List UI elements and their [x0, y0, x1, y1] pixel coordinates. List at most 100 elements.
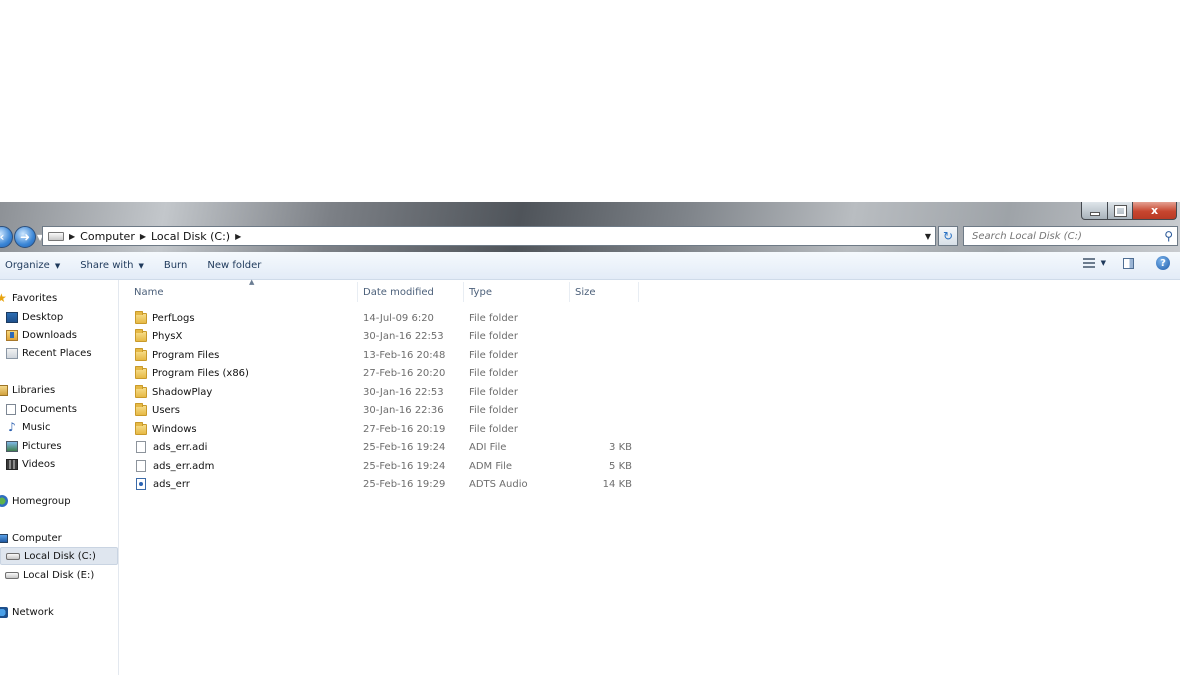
file-name-cell[interactable]: Windows	[135, 420, 197, 438]
file-name: ads_err.adm	[153, 460, 215, 472]
file-row[interactable]: ads_err.adi 25-Feb-16 19:24 ADI File 3 K…	[119, 438, 639, 456]
nav-item-videos[interactable]: Videos	[6, 455, 55, 473]
file-row[interactable]: Program Files (x86) 27-Feb-16 20:20 File…	[119, 364, 639, 382]
file-icon	[136, 441, 146, 453]
file-type: File folder	[469, 349, 518, 361]
drive-icon	[5, 571, 19, 579]
file-name: Users	[152, 404, 181, 416]
file-name-cell[interactable]: Program Files (x86)	[135, 364, 249, 382]
help-icon[interactable]: ?	[1156, 256, 1170, 270]
nav-item-desktop[interactable]: Desktop	[6, 308, 63, 326]
file-name-cell[interactable]: PhysX	[135, 327, 182, 345]
file-date: 27-Feb-16 20:20	[363, 367, 446, 379]
refresh-icon: ↻	[942, 229, 954, 243]
minimize-button[interactable]	[1081, 202, 1108, 220]
nav-libraries[interactable]: Libraries	[0, 381, 55, 399]
file-date: 14-Jul-09 6:20	[363, 312, 434, 324]
file-size: 14 KB	[602, 478, 632, 490]
file-date: 27-Feb-16 20:19	[363, 423, 446, 435]
column-header-date[interactable]: Date modified	[358, 282, 464, 302]
maximize-button[interactable]	[1108, 202, 1133, 220]
nav-homegroup[interactable]: Homegroup	[0, 492, 71, 510]
nav-item-recent-places[interactable]: Recent Places	[6, 344, 92, 362]
view-controls: ▼ ?	[1082, 256, 1170, 270]
file-row[interactable]: ads_err 25-Feb-16 19:29 ADTS Audio 14 KB	[119, 475, 639, 493]
close-button[interactable]: x	[1133, 202, 1177, 220]
search-icon[interactable]: ⚲	[1164, 229, 1173, 243]
file-name-cell[interactable]: ads_err.adi	[135, 438, 207, 456]
file-row[interactable]: Users 30-Jan-16 22:36 File folder	[119, 401, 639, 419]
file-name: PerfLogs	[152, 312, 195, 324]
column-header-type[interactable]: Type	[464, 282, 570, 302]
file-date: 25-Feb-16 19:29	[363, 478, 446, 490]
nav-network[interactable]: Network	[0, 603, 54, 621]
nav-item-music[interactable]: ♪ Music	[6, 418, 50, 436]
nav-libraries-label: Libraries	[12, 384, 56, 396]
address-bar[interactable]: ▶ Computer ▶ Local Disk (C:) ▶ ▼	[42, 226, 936, 246]
file-row[interactable]: PhysX 30-Jan-16 22:53 File folder	[119, 327, 639, 345]
maximize-icon	[1114, 205, 1126, 216]
file-name: ads_err.adi	[153, 441, 208, 453]
nav-item-label: Local Disk (E:)	[23, 569, 95, 581]
file-size	[569, 309, 632, 327]
file-type: File folder	[469, 312, 518, 324]
file-size	[569, 364, 632, 382]
file-row[interactable]: Windows 27-Feb-16 20:19 File folder	[119, 420, 639, 438]
organize-button[interactable]: Organize ▼	[0, 260, 70, 271]
nav-item-local-disk-e[interactable]: Local Disk (E:)	[5, 566, 94, 584]
address-dropdown-icon[interactable]: ▼	[925, 232, 931, 241]
nav-item-label: Documents	[20, 403, 78, 415]
file-row[interactable]: PerfLogs 14-Jul-09 6:20 File folder	[119, 309, 639, 327]
share-with-button[interactable]: Share with ▼	[70, 260, 154, 271]
search-input[interactable]	[964, 230, 1165, 242]
file-date: 30-Jan-16 22:53	[363, 330, 444, 342]
nav-favorites[interactable]: ★ Favorites	[0, 289, 57, 307]
network-icon	[0, 606, 8, 618]
nav-item-label: Recent Places	[22, 347, 92, 359]
search-box[interactable]: ⚲	[963, 226, 1178, 246]
breadcrumb-local-disk-c[interactable]: Local Disk (C:)	[151, 230, 230, 243]
file-size	[569, 383, 632, 401]
column-header-name[interactable]: Name ▲	[129, 278, 358, 302]
nav-item-downloads[interactable]: Downloads	[6, 326, 77, 344]
audio-file-icon	[136, 478, 146, 490]
back-button[interactable]: ‹	[0, 226, 13, 248]
file-name-cell[interactable]: ads_err	[135, 475, 190, 493]
nav-favorites-label: Favorites	[12, 292, 58, 304]
nav-item-label: Pictures	[22, 440, 62, 452]
file-name-cell[interactable]: ads_err.adm	[135, 457, 214, 475]
file-row[interactable]: Program Files 13-Feb-16 20:48 File folde…	[119, 346, 639, 364]
recent-places-icon	[6, 347, 18, 359]
file-name-cell[interactable]: ShadowPlay	[135, 383, 212, 401]
views-icon[interactable]	[1082, 258, 1095, 268]
file-type: File folder	[469, 404, 518, 416]
file-size	[569, 346, 632, 364]
breadcrumb-computer[interactable]: Computer	[80, 230, 135, 243]
views-dropdown-icon[interactable]: ▼	[1101, 259, 1106, 267]
file-name-cell[interactable]: PerfLogs	[135, 309, 195, 327]
burn-label: Burn	[163, 260, 188, 271]
new-folder-button[interactable]: New folder	[197, 260, 271, 271]
minimize-icon	[1090, 212, 1099, 215]
column-header-size[interactable]: Size	[570, 282, 639, 302]
nav-item-pictures[interactable]: Pictures	[6, 437, 62, 455]
new-folder-label: New folder	[207, 260, 262, 271]
nav-item-documents[interactable]: Documents	[6, 400, 77, 418]
breadcrumb-chevron-icon[interactable]: ▶	[235, 232, 241, 241]
forward-button[interactable]: ➜	[14, 226, 36, 248]
file-name-cell[interactable]: Program Files	[135, 346, 219, 364]
breadcrumb-chevron-icon[interactable]: ▶	[140, 232, 146, 241]
nav-computer[interactable]: Computer	[0, 529, 62, 547]
breadcrumb-chevron-icon[interactable]: ▶	[69, 232, 75, 241]
file-row[interactable]: ads_err.adm 25-Feb-16 19:24 ADM File 5 K…	[119, 457, 639, 475]
file-name: ads_err	[153, 478, 190, 490]
file-row[interactable]: ShadowPlay 30-Jan-16 22:53 File folder	[119, 383, 639, 401]
nav-homegroup-label: Homegroup	[12, 495, 71, 507]
preview-pane-icon[interactable]	[1123, 257, 1134, 269]
file-date: 30-Jan-16 22:53	[363, 386, 444, 398]
nav-item-local-disk-c[interactable]: Local Disk (C:)	[0, 547, 118, 565]
refresh-button[interactable]: ↻	[938, 226, 958, 246]
folder-icon	[135, 402, 147, 416]
file-name-cell[interactable]: Users	[135, 401, 180, 419]
burn-button[interactable]: Burn	[154, 260, 197, 271]
